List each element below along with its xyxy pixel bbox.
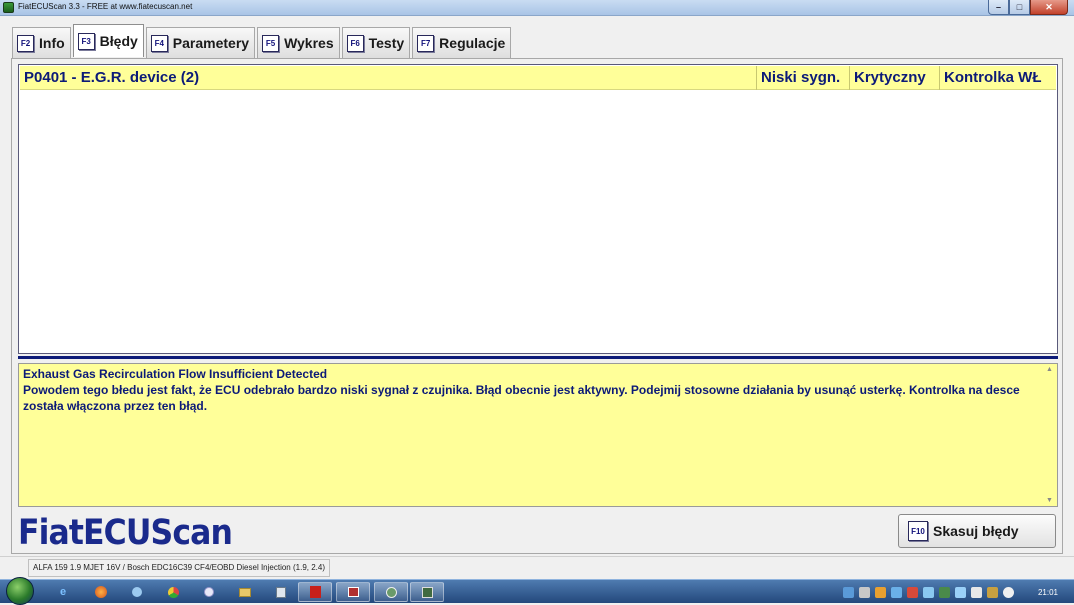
chrome-icon[interactable] — [156, 582, 190, 602]
fault-row[interactable]: P0401 - E.G.R. device (2) Niski sygn. Kr… — [20, 66, 1056, 90]
clear-errors-button[interactable]: F10 Skasuj błędy — [898, 514, 1056, 548]
flag-icon[interactable] — [907, 586, 918, 598]
scroll-up-icon[interactable]: ▲ — [1046, 366, 1053, 373]
description-title: Exhaust Gas Recirculation Flow Insuffici… — [23, 367, 328, 381]
fault-severity: Krytyczny — [849, 66, 926, 90]
panel-splitter[interactable] — [18, 356, 1058, 359]
network-tray-icon[interactable] — [891, 586, 902, 598]
volume-icon[interactable] — [1003, 586, 1014, 598]
shield-icon[interactable] — [939, 586, 950, 598]
key-icon: F2 — [17, 34, 34, 52]
system-tray: 21:01 — [838, 580, 1068, 604]
key-icon: F7 — [417, 34, 435, 52]
close-button[interactable]: ✕ — [1030, 0, 1068, 15]
tab-label: Wykres — [284, 35, 334, 51]
tab-label: Regulacje — [439, 35, 506, 51]
start-button[interactable] — [6, 577, 34, 605]
window-title: FiatECUScan 3.3 - FREE at www.fiatecusca… — [18, 2, 193, 11]
fiatecuscan-icon[interactable] — [374, 582, 408, 602]
app-window: FiatECUScan 3.3 - FREE at www.fiatecusca… — [0, 0, 1074, 605]
clear-errors-label: Skasuj błędy — [933, 523, 1019, 539]
display-icon[interactable] — [843, 586, 854, 598]
description-scrollbar[interactable]: ▲ ▼ — [1043, 364, 1057, 506]
tab-regulacje[interactable]: F7 Regulacje — [412, 27, 512, 58]
clock[interactable]: 21:01 — [1028, 588, 1068, 597]
fault-description[interactable]: Exhaust Gas Recirculation Flow Insuffici… — [18, 363, 1058, 507]
fault-code: P0401 - E.G.R. device (2) — [24, 69, 200, 86]
key-icon: F10 — [908, 521, 928, 541]
scroll-down-icon[interactable]: ▼ — [1046, 497, 1053, 504]
calculator-icon[interactable] — [264, 582, 298, 602]
fault-status: Niski sygn. — [756, 66, 840, 90]
status-bar: ALFA 159 1.9 MJET 16V / Bosch EDC16C39 C… — [0, 556, 1074, 578]
battery-icon[interactable] — [971, 586, 982, 598]
tab-bar: F2 Info F3 Błędy F4 Parametery F5 Wykres… — [12, 24, 513, 58]
fiatecuscan-logo: FiatECUScan — [18, 513, 233, 553]
power-icon[interactable] — [987, 586, 998, 598]
firefox-icon[interactable] — [84, 582, 118, 602]
title-bar: FiatECUScan 3.3 - FREE at www.fiatecusca… — [0, 0, 1074, 16]
ie-icon[interactable]: e — [46, 582, 80, 602]
paint-icon[interactable] — [192, 582, 226, 602]
minimize-button[interactable]: – — [988, 0, 1009, 15]
tab-label: Parametery — [172, 35, 250, 51]
key-icon: F4 — [150, 34, 168, 52]
wifi-icon[interactable] — [955, 586, 966, 598]
car-icon[interactable] — [410, 582, 444, 602]
taskbar: e 21:01 — [0, 577, 1074, 605]
media-icon[interactable] — [336, 582, 370, 602]
tab-label: Info — [39, 35, 65, 51]
connection-icon[interactable] — [923, 586, 934, 598]
tab-testy[interactable]: F6 Testy — [341, 27, 411, 58]
tab-info[interactable]: F2 Info — [12, 27, 71, 58]
tab-parametery[interactable]: F4 Parametery — [145, 27, 256, 58]
key-icon: F5 — [262, 34, 280, 52]
vehicle-info: ALFA 159 1.9 MJET 16V / Bosch EDC16C39 C… — [28, 559, 330, 577]
acrobat-icon[interactable] — [298, 582, 332, 602]
maximize-button[interactable]: □ — [1009, 0, 1030, 15]
window-controls: – □ ✕ — [988, 0, 1068, 15]
app-icon — [3, 2, 14, 13]
fault-list[interactable]: P0401 - E.G.R. device (2) Niski sygn. Kr… — [18, 64, 1058, 354]
folder-icon[interactable] — [228, 582, 262, 602]
key-icon: F6 — [346, 34, 364, 52]
tab-label: Błędy — [99, 33, 138, 49]
tab-wykres[interactable]: F5 Wykres — [257, 27, 340, 58]
description-body: Powodem tego błedu jest fakt, że ECU ode… — [23, 383, 1020, 413]
errors-panel: P0401 - E.G.R. device (2) Niski sygn. Kr… — [11, 58, 1063, 554]
security-icon[interactable] — [875, 586, 886, 598]
document-icon[interactable] — [859, 586, 870, 598]
network-icon[interactable] — [120, 582, 154, 602]
key-icon: F3 — [77, 32, 95, 50]
tab-label: Testy — [368, 35, 405, 51]
fault-lamp: Kontrolka WŁ — [939, 66, 1042, 90]
tab-bledy[interactable]: F3 Błędy — [72, 24, 144, 57]
